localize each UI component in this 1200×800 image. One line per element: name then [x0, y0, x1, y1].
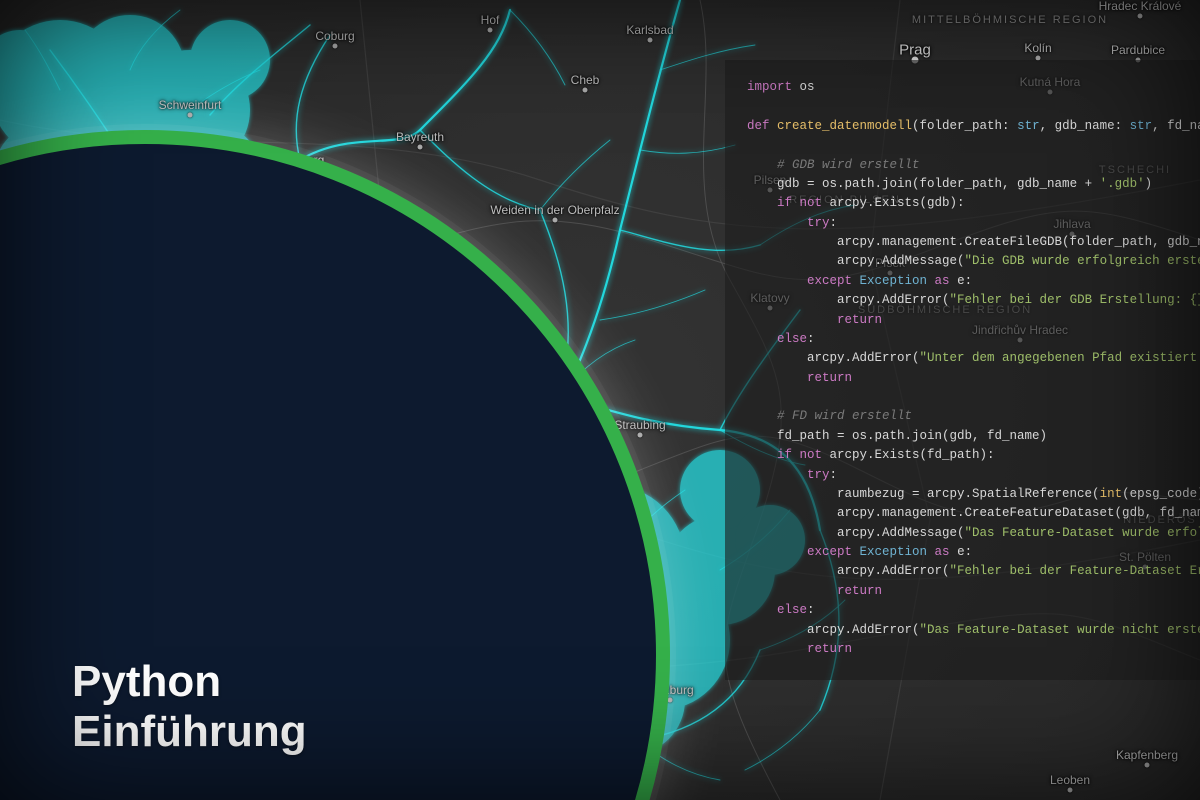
city-label: Leoben [1050, 773, 1090, 787]
code-line: except Exception as e: [747, 272, 1188, 291]
city-label: Kolín [1024, 41, 1051, 55]
city-dot [648, 38, 653, 43]
code-overlay: import os def create_datenmodell(folder_… [725, 60, 1200, 680]
city-label: Kapfenberg [1116, 748, 1178, 762]
code-line: def create_datenmodell(folder_path: str,… [747, 117, 1188, 136]
city-label: Bayreuth [396, 130, 444, 144]
city-label: Prag [899, 42, 931, 59]
city-dot [1068, 788, 1073, 793]
code-line: arcpy.AddError("Das Feature-Dataset wurd… [747, 621, 1188, 640]
city-dot [333, 44, 338, 49]
title-line1: Python [72, 657, 221, 706]
code-line: raumbezug = arcpy.SpatialReference(int(e… [747, 485, 1188, 504]
city-dot [1138, 14, 1143, 19]
code-line: fd_path = os.path.join(gdb, fd_name) [747, 427, 1188, 446]
city-label: Pardubice [1111, 43, 1165, 57]
code-line: arcpy.AddMessage("Das Feature-Dataset wu… [747, 524, 1188, 543]
code-line: return [747, 582, 1188, 601]
city-dot [638, 433, 643, 438]
code-line: # GDB wird erstellt [747, 156, 1188, 175]
code-line: # FC wird erstellt [747, 679, 1188, 680]
code-line: else: [747, 330, 1188, 349]
code-line: # FD wird erstellt [747, 407, 1188, 426]
code-line: gdb = os.path.join(folder_path, gdb_name… [747, 175, 1188, 194]
city-label: Karlsbad [626, 23, 673, 37]
city-dot [488, 28, 493, 33]
city-dot [418, 145, 423, 150]
code-line: arcpy.AddMessage("Die GDB wurde erfolgre… [747, 252, 1188, 271]
code-line: try: [747, 214, 1188, 233]
code-line: return [747, 369, 1188, 388]
city-label: Hof [481, 13, 500, 27]
city-label: Cheb [571, 73, 600, 87]
code-line: except Exception as e: [747, 543, 1188, 562]
city-dot [553, 218, 558, 223]
code-line: arcpy.AddError("Fehler bei der Feature-D… [747, 562, 1188, 581]
title-line2: Einführung [72, 707, 307, 756]
code-line: try: [747, 466, 1188, 485]
code-line [747, 659, 1188, 678]
code-line: import os [747, 78, 1188, 97]
code-line: else: [747, 601, 1188, 620]
code-line: arcpy.management.CreateFileGDB(folder_pa… [747, 233, 1188, 252]
city-label: Schweinfurt [159, 98, 222, 112]
city-dot [188, 113, 193, 118]
city-dot [668, 698, 673, 703]
region-label: MITTELBÖHMISCHE REGION [912, 14, 1108, 26]
city-dot [583, 88, 588, 93]
city-label: Coburg [315, 29, 354, 43]
city-dot [1145, 763, 1150, 768]
title-text: Python Einführung [72, 657, 307, 756]
code-line: arcpy.AddError("Unter dem angegebenen Pf… [747, 349, 1188, 368]
code-line: if not arcpy.Exists(gdb): [747, 194, 1188, 213]
code-line: return [747, 640, 1188, 659]
code-line [747, 388, 1188, 407]
code-line [747, 97, 1188, 116]
promo-graphic: PragNürnbergStuttgartCoburgHofKarlsbadCh… [0, 0, 1200, 800]
code-line [747, 136, 1188, 155]
city-label: Weiden in der Oberpfalz [490, 203, 619, 217]
city-label: Straubing [614, 418, 665, 432]
code-line: return [747, 311, 1188, 330]
code-line: arcpy.AddError("Fehler bei der GDB Erste… [747, 291, 1188, 310]
code-line: arcpy.management.CreateFeatureDataset(gd… [747, 504, 1188, 523]
city-label: Hradec Králové [1099, 0, 1182, 13]
code-line: if not arcpy.Exists(fd_path): [747, 446, 1188, 465]
